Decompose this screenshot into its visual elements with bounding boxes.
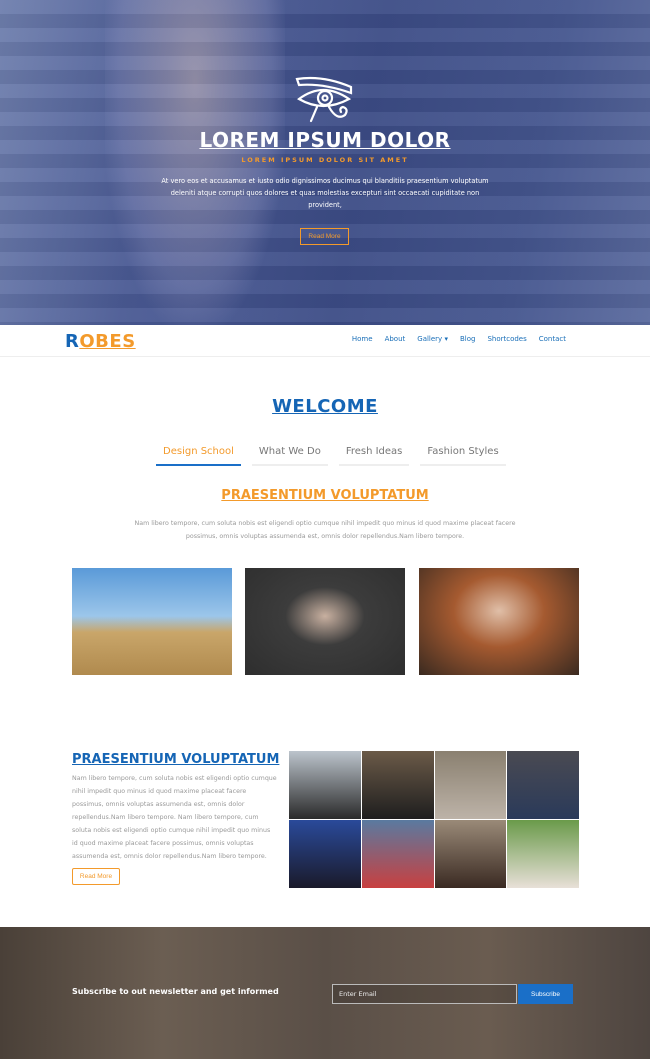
hero-read-more-button[interactable]: Read More — [300, 228, 349, 245]
gallery-photo[interactable] — [289, 751, 361, 819]
hero-title: LOREM IPSUM DOLOR — [199, 128, 451, 152]
photo-field-girl — [72, 568, 232, 675]
gallery-photo[interactable] — [361, 751, 434, 819]
eye-of-horus-icon — [295, 76, 353, 123]
logo-initial: R — [65, 331, 80, 352]
hero-subtitle: LOREM IPSUM DOLOR SIT AMET — [241, 156, 409, 164]
feature-heading: PRAESENTIUM VOLUPTATUM — [72, 752, 280, 767]
nav-gallery-label: Gallery — [417, 335, 443, 343]
hero-text: At vero eos et accusamus et iusto odio d… — [161, 177, 489, 209]
gallery-grid — [289, 751, 579, 888]
nav-links: Home About Gallery ▾ Blog Shortcodes Con… — [352, 335, 566, 343]
nav-blog[interactable]: Blog — [460, 335, 475, 343]
logo[interactable]: ROBES — [65, 331, 136, 352]
gallery-photo[interactable] — [361, 820, 434, 888]
tab-bar: Design School What We Do Fresh Ideas Fas… — [156, 443, 506, 466]
gallery-photo[interactable] — [289, 820, 361, 888]
tab-what-we-do[interactable]: What We Do — [251, 443, 328, 466]
tab-fashion-styles[interactable]: Fashion Styles — [420, 443, 506, 466]
newsletter-text: Subscribe to out newsletter and get info… — [72, 987, 279, 996]
feature-text: Nam libero tempore, cum soluta nobis est… — [72, 775, 277, 860]
email-input[interactable] — [332, 984, 517, 1004]
chevron-down-icon: ▾ — [444, 335, 448, 343]
nav-shortcodes[interactable]: Shortcodes — [487, 335, 526, 343]
photo-sunglasses-girl — [419, 568, 579, 675]
feature-read-more-button[interactable]: Read More — [72, 868, 120, 885]
gallery-photo[interactable] — [434, 751, 507, 819]
welcome-title: WELCOME — [272, 396, 378, 417]
nav-home[interactable]: Home — [352, 335, 373, 343]
gallery-photo[interactable] — [434, 820, 507, 888]
tab-fresh-ideas[interactable]: Fresh Ideas — [338, 443, 410, 466]
tab-heading: PRAESENTIUM VOLUPTATUM — [221, 488, 429, 503]
gallery-photo[interactable] — [507, 820, 579, 888]
tab-design-school[interactable]: Design School — [156, 443, 241, 466]
nav-about[interactable]: About — [385, 335, 406, 343]
nav-contact[interactable]: Contact — [539, 335, 566, 343]
subscribe-button[interactable]: Subscribe — [518, 984, 573, 1004]
logo-rest: OBES — [79, 331, 136, 352]
tab-text: Nam libero tempore, cum soluta nobis est… — [134, 520, 516, 540]
nav-gallery[interactable]: Gallery ▾ — [417, 335, 448, 343]
gallery-photo[interactable] — [507, 751, 579, 819]
photo-black-hat-girl — [245, 568, 405, 675]
